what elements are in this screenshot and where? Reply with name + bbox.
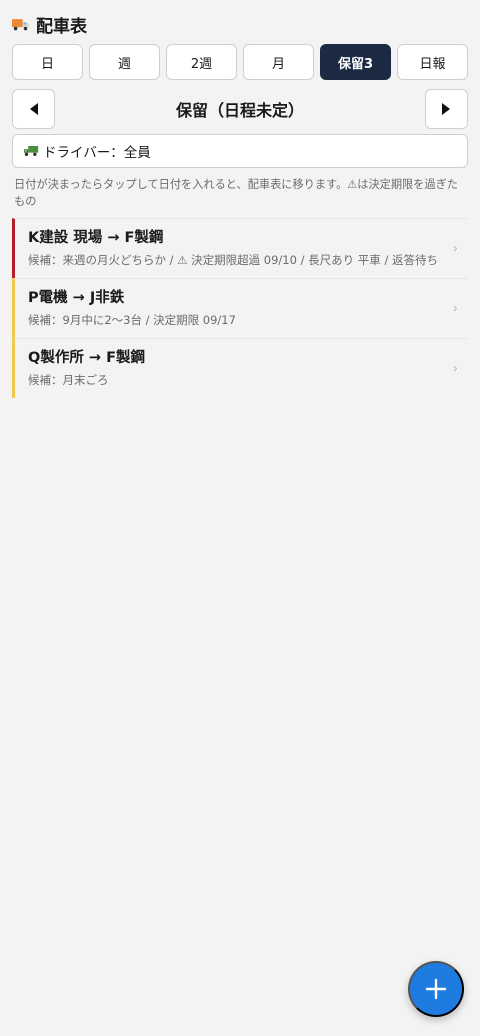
truck-icon xyxy=(23,145,39,157)
hold-item-route: Q製作所 → F製鋼 xyxy=(28,350,145,366)
hold-item-detail: 候補：9月中に2〜3台 / 決定期限 09/17 xyxy=(28,313,236,327)
hold-item-detail: 候補：来週の月火どちらか / ⚠ 決定期限超過 09/10 / 長尺あり 平車 … xyxy=(28,253,438,267)
previous-period-button[interactable] xyxy=(12,89,55,129)
tab-hold[interactable]: 保留3 xyxy=(320,44,391,80)
driver-filter-label: ドライバー：全員 xyxy=(43,145,151,161)
triangle-left-icon xyxy=(29,103,38,115)
period-navigation: 保留（日程未定） xyxy=(12,89,468,129)
chevron-right-icon: › xyxy=(452,361,458,376)
tab-two-weeks[interactable]: 2週 xyxy=(166,44,237,80)
tab-week[interactable]: 週 xyxy=(89,44,160,80)
chevron-right-icon: › xyxy=(452,241,458,256)
hold-item[interactable]: K建設 現場 → F製鋼 候補：来週の月火どちらか / ⚠ 決定期限超過 09/… xyxy=(12,218,468,278)
hold-item-detail: 候補：月末ごろ xyxy=(28,373,109,387)
page-title: 配車表 xyxy=(36,16,87,37)
period-title: 保留（日程未定） xyxy=(175,101,304,120)
chevron-right-icon: › xyxy=(452,301,458,316)
hold-item-route: K建設 現場 → F製鋼 xyxy=(28,230,164,246)
plus-icon xyxy=(425,978,447,1000)
tab-day[interactable]: 日 xyxy=(12,44,83,80)
hint-text: 日付が決まったらタップして日付を入れると、配車表に移ります。⚠は決定期限を過ぎた… xyxy=(14,178,458,208)
hold-item[interactable]: Q製作所 → F製鋼 候補：月末ごろ › xyxy=(12,338,468,398)
hold-list: K建設 現場 → F製鋼 候補：来週の月火どちらか / ⚠ 決定期限超過 09/… xyxy=(12,218,468,398)
app-header: 配車表 xyxy=(12,12,87,37)
next-period-button[interactable] xyxy=(424,89,468,129)
driver-filter-select[interactable]: ドライバー：全員 xyxy=(12,134,468,168)
delivery-truck-icon xyxy=(12,15,30,33)
view-tabs: 日 週 2週 月 保留3 日報 xyxy=(12,44,468,80)
tab-month[interactable]: 月 xyxy=(243,44,314,80)
hold-item[interactable]: P電機 → J非鉄 候補：9月中に2〜3台 / 決定期限 09/17 › xyxy=(12,278,468,338)
tab-daily-report[interactable]: 日報 xyxy=(397,44,468,80)
hold-item-route: P電機 → J非鉄 xyxy=(28,290,125,306)
triangle-right-icon xyxy=(442,103,451,115)
add-button[interactable] xyxy=(408,961,464,1017)
